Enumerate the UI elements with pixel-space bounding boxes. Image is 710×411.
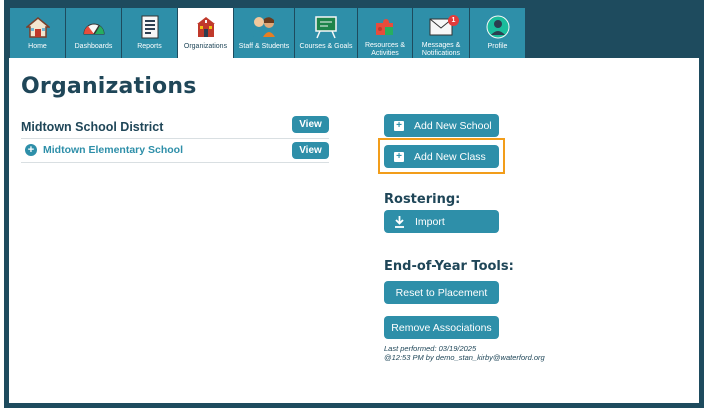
nav-label: Organizations xyxy=(183,43,228,50)
nav-label: Staff & Students xyxy=(238,43,290,50)
nav-label: Courses & Goals xyxy=(299,43,353,50)
nav-staff-students[interactable]: Staff & Students xyxy=(234,8,294,58)
button-label: Add New Class xyxy=(414,150,486,163)
top-nav: Home Dashboards Reports Organizations St… xyxy=(10,8,526,58)
last-performed-text: Last performed: 03/19/2025 @12:53 PM by … xyxy=(384,344,545,362)
nav-home[interactable]: Home xyxy=(10,8,65,58)
nav-resources-activities[interactable]: Resources & Activities xyxy=(358,8,412,58)
report-icon xyxy=(135,12,165,42)
school-name: Midtown Elementary School xyxy=(43,144,184,156)
nav-label: Profile xyxy=(487,43,508,50)
add-new-class-button[interactable]: + Add New Class xyxy=(384,145,499,168)
puzzle-icon xyxy=(370,12,400,41)
end-of-year-heading: End-of-Year Tools: xyxy=(384,259,514,274)
reset-to-placement-button[interactable]: Reset to Placement xyxy=(384,281,499,304)
nav-dashboards[interactable]: Dashboards xyxy=(66,8,121,58)
button-label: Import xyxy=(415,215,445,228)
divider xyxy=(21,162,329,163)
plus-square-icon: + xyxy=(394,151,404,162)
nav-label: Home xyxy=(28,43,47,50)
nav-reports[interactable]: Reports xyxy=(122,8,177,58)
house-icon xyxy=(23,12,53,42)
nav-label: Dashboards xyxy=(74,43,113,50)
chalkboard-icon xyxy=(311,12,341,42)
page-title: Organizations xyxy=(21,74,197,99)
expand-plus-icon[interactable]: + xyxy=(25,144,37,156)
nav-label: Reports xyxy=(137,43,162,50)
import-button[interactable]: Import xyxy=(384,210,499,233)
notification-badge: 1 xyxy=(448,15,459,26)
speedometer-icon xyxy=(79,12,109,42)
school-building-icon xyxy=(191,12,221,42)
rostering-heading: Rostering: xyxy=(384,192,461,207)
school-row[interactable]: + Midtown Elementary School xyxy=(25,144,183,156)
last-performed-user: @12:53 PM by demo_stan_kirby@waterford.o… xyxy=(384,353,545,362)
profile-icon xyxy=(483,12,513,42)
envelope-icon: 1 xyxy=(426,12,459,41)
nav-profile[interactable]: Profile xyxy=(470,8,525,58)
main-content: Organizations Midtown School District Vi… xyxy=(9,58,699,403)
nav-label: Resources & Activities xyxy=(364,42,406,57)
nav-organizations[interactable]: Organizations xyxy=(178,8,233,58)
people-icon xyxy=(249,12,279,42)
button-label: Add New School xyxy=(414,119,492,132)
nav-messages-notifications[interactable]: 1 Messages & Notifications xyxy=(413,8,469,58)
view-school-button[interactable]: View xyxy=(292,142,329,159)
divider xyxy=(21,138,329,139)
district-name: Midtown School District xyxy=(21,120,164,134)
nav-label: Messages & Notifications xyxy=(421,42,461,57)
remove-associations-button[interactable]: Remove Associations xyxy=(384,316,499,339)
plus-square-icon: + xyxy=(394,120,404,131)
nav-courses-goals[interactable]: Courses & Goals xyxy=(295,8,357,58)
download-icon xyxy=(395,215,404,228)
add-new-school-button[interactable]: + Add New School xyxy=(384,114,499,137)
view-district-button[interactable]: View xyxy=(292,116,329,133)
last-performed-date: Last performed: 03/19/2025 xyxy=(384,344,477,353)
